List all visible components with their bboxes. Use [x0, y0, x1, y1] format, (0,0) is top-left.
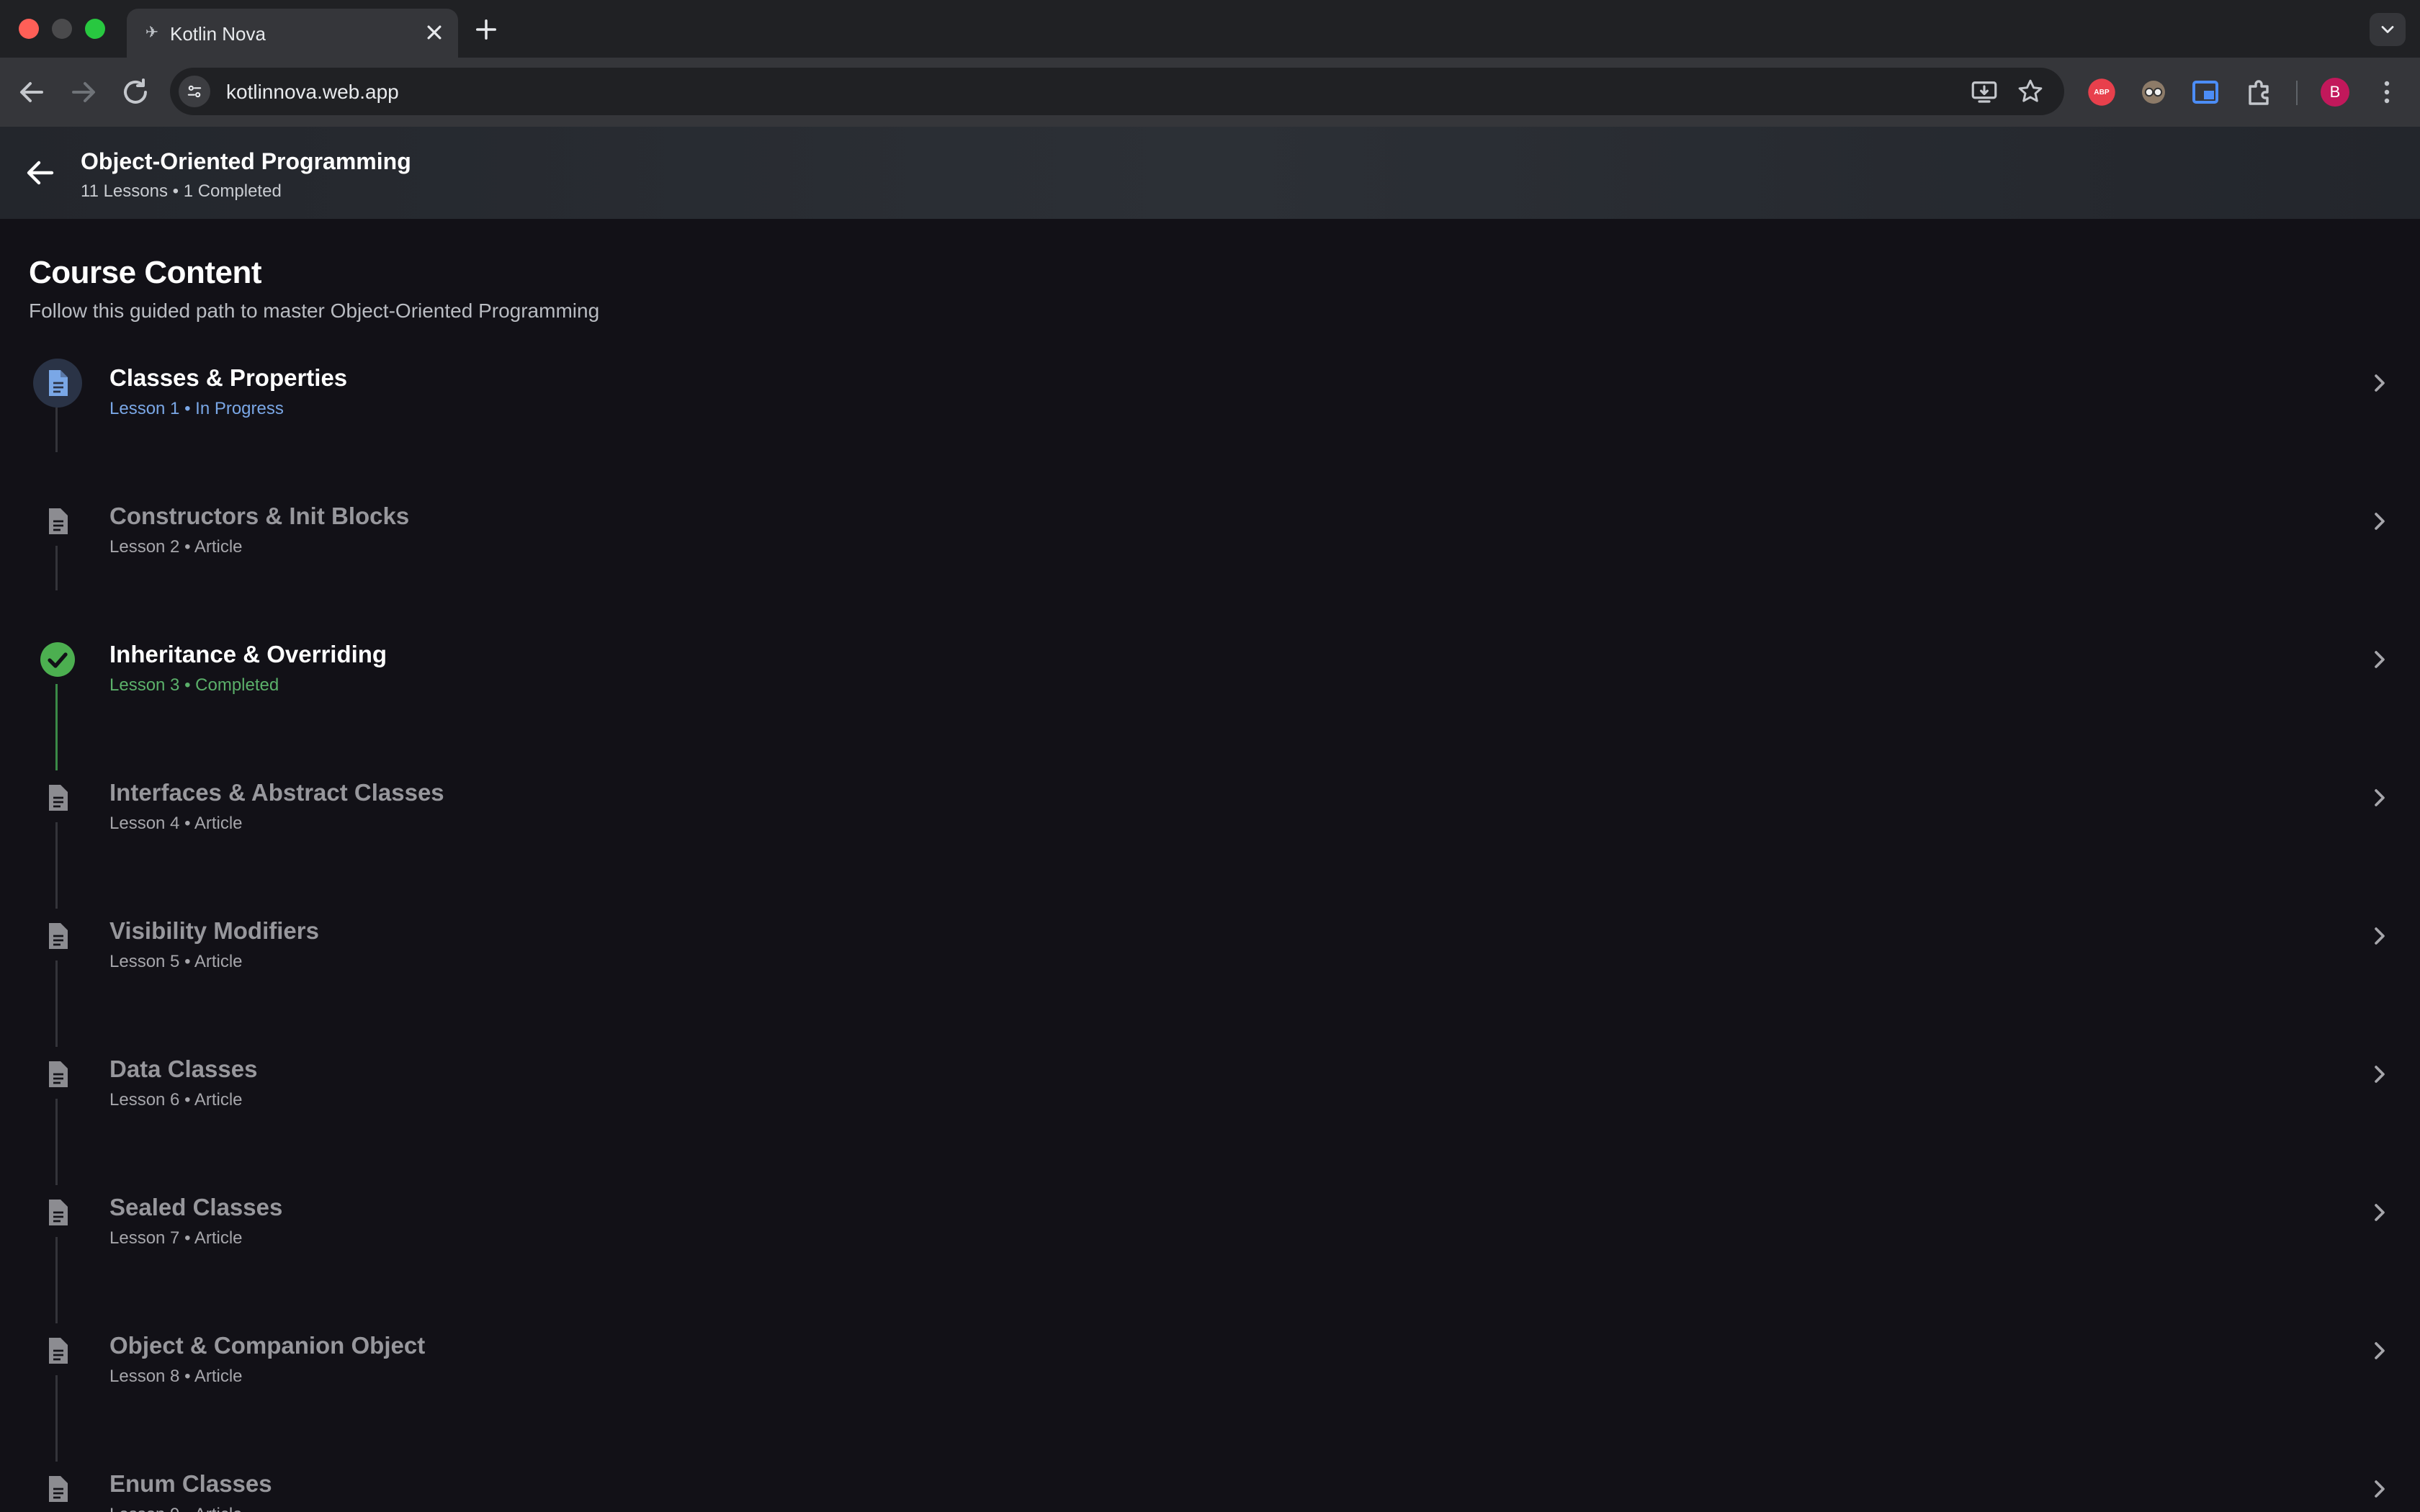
article-icon	[49, 785, 68, 811]
lesson-title: Classes & Properties	[109, 364, 348, 391]
site-info-button[interactable]	[179, 76, 210, 107]
close-icon[interactable]	[421, 19, 448, 46]
lesson-item[interactable]: Object & Companion Object Lesson 8 • Art…	[0, 1331, 2420, 1469]
check-circle-icon	[40, 642, 75, 677]
article-icon	[49, 1338, 68, 1364]
lesson-meta: Lesson 3 • Completed	[109, 675, 279, 695]
bookmark-star-icon[interactable]	[2015, 76, 2045, 107]
article-icon	[49, 1061, 68, 1087]
profile-avatar[interactable]: B	[2321, 78, 2349, 107]
install-app-icon[interactable]	[1969, 76, 1999, 107]
lesson-meta: Lesson 7 • Article	[109, 1228, 243, 1248]
lesson-item[interactable]: Enum Classes Lesson 9 • Article	[0, 1469, 2420, 1512]
course-header: Object-Oriented Programming 11 Lessons •…	[0, 127, 2420, 219]
tab-title: Kotlin Nova	[170, 23, 266, 45]
url-text[interactable]: kotlinnova.web.app	[226, 81, 399, 104]
section-subtitle: Follow this guided path to master Object…	[29, 300, 600, 322]
lesson-meta: Lesson 8 • Article	[109, 1367, 243, 1386]
lesson-title: Object & Companion Object	[109, 1332, 426, 1359]
lesson-item[interactable]: Sealed Classes Lesson 7 • Article	[0, 1192, 2420, 1331]
course-summary: 11 Lessons • 1 Completed	[81, 181, 282, 201]
lesson-title: Sealed Classes	[109, 1194, 283, 1220]
lesson-title: Interfaces & Abstract Classes	[109, 779, 444, 806]
reload-icon[interactable]	[118, 75, 153, 109]
chevron-right-icon	[2375, 927, 2385, 945]
lesson-item[interactable]: Interfaces & Abstract Classes Lesson 4 •…	[0, 778, 2420, 916]
lesson-item[interactable]: Constructors & Init Blocks Lesson 2 • Ar…	[0, 501, 2420, 639]
lesson-meta: Lesson 2 • Article	[109, 537, 243, 557]
chevron-right-icon	[2375, 1342, 2385, 1359]
course-title: Object-Oriented Programming	[81, 148, 411, 174]
article-icon	[49, 1476, 68, 1502]
lesson-title: Data Classes	[109, 1056, 258, 1082]
lesson-title: Visibility Modifiers	[109, 917, 319, 944]
chevron-right-icon	[2375, 1480, 2385, 1498]
section-title: Course Content	[29, 255, 262, 290]
minimize-window-button[interactable]	[52, 19, 72, 39]
chevron-right-icon	[2375, 374, 2385, 392]
lesson-item[interactable]: Classes & Properties Lesson 1 • In Progr…	[0, 359, 2420, 501]
kotlin-favicon-icon: ✈	[145, 23, 159, 41]
tune-icon	[187, 85, 202, 98]
close-window-button[interactable]	[19, 19, 39, 39]
more-menu-icon[interactable]	[2370, 75, 2404, 109]
browser-tab[interactable]: ✈ Kotlin Nova	[127, 9, 458, 58]
lesson-title: Constructors & Init Blocks	[109, 503, 410, 529]
back-icon[interactable]	[14, 75, 49, 109]
adblock-extension-icon[interactable]: ABP	[2088, 78, 2115, 106]
chevron-right-icon	[2375, 1204, 2385, 1221]
browser-tab-bar: ✈ Kotlin Nova	[0, 0, 2420, 58]
extensions-puzzle-icon[interactable]	[2241, 75, 2276, 109]
toolbar-divider	[2296, 81, 2298, 105]
lesson-meta: Lesson 9 • Article	[109, 1505, 243, 1512]
picture-in-picture-icon[interactable]	[2188, 75, 2223, 109]
maximize-window-button[interactable]	[85, 19, 105, 39]
article-icon	[49, 1200, 68, 1225]
chevron-down-icon	[2381, 26, 2394, 33]
lesson-meta: Lesson 6 • Article	[109, 1090, 243, 1110]
chevron-right-icon	[2375, 651, 2385, 668]
lesson-meta: Lesson 5 • Article	[109, 952, 243, 971]
lesson-meta: Lesson 4 • Article	[109, 814, 243, 833]
back-arrow-icon[interactable]	[23, 156, 58, 190]
tab-search-button[interactable]	[2370, 13, 2406, 46]
lesson-title: Inheritance & Overriding	[109, 641, 387, 667]
article-icon-active	[33, 359, 82, 408]
extension-glasses-icon[interactable]	[2136, 75, 2171, 109]
article-icon	[49, 508, 68, 534]
lesson-title: Enum Classes	[109, 1470, 272, 1497]
chevron-right-icon	[2375, 1066, 2385, 1083]
lesson-item[interactable]: Data Classes Lesson 6 • Article	[0, 1054, 2420, 1192]
chevron-right-icon	[2375, 789, 2385, 806]
new-tab-plus-icon[interactable]	[471, 14, 501, 45]
lesson-item[interactable]: Inheritance & Overriding Lesson 3 • Comp…	[0, 639, 2420, 778]
lesson-item[interactable]: Visibility Modifiers Lesson 5 • Article	[0, 916, 2420, 1054]
lesson-meta: Lesson 1 • In Progress	[109, 399, 284, 418]
article-icon	[49, 923, 68, 949]
address-bar[interactable]: kotlinnova.web.app	[170, 68, 2064, 115]
forward-icon[interactable]	[66, 75, 101, 109]
browser-toolbar: kotlinnova.web.app ABP	[0, 58, 2420, 127]
chevron-right-icon	[2375, 513, 2385, 530]
